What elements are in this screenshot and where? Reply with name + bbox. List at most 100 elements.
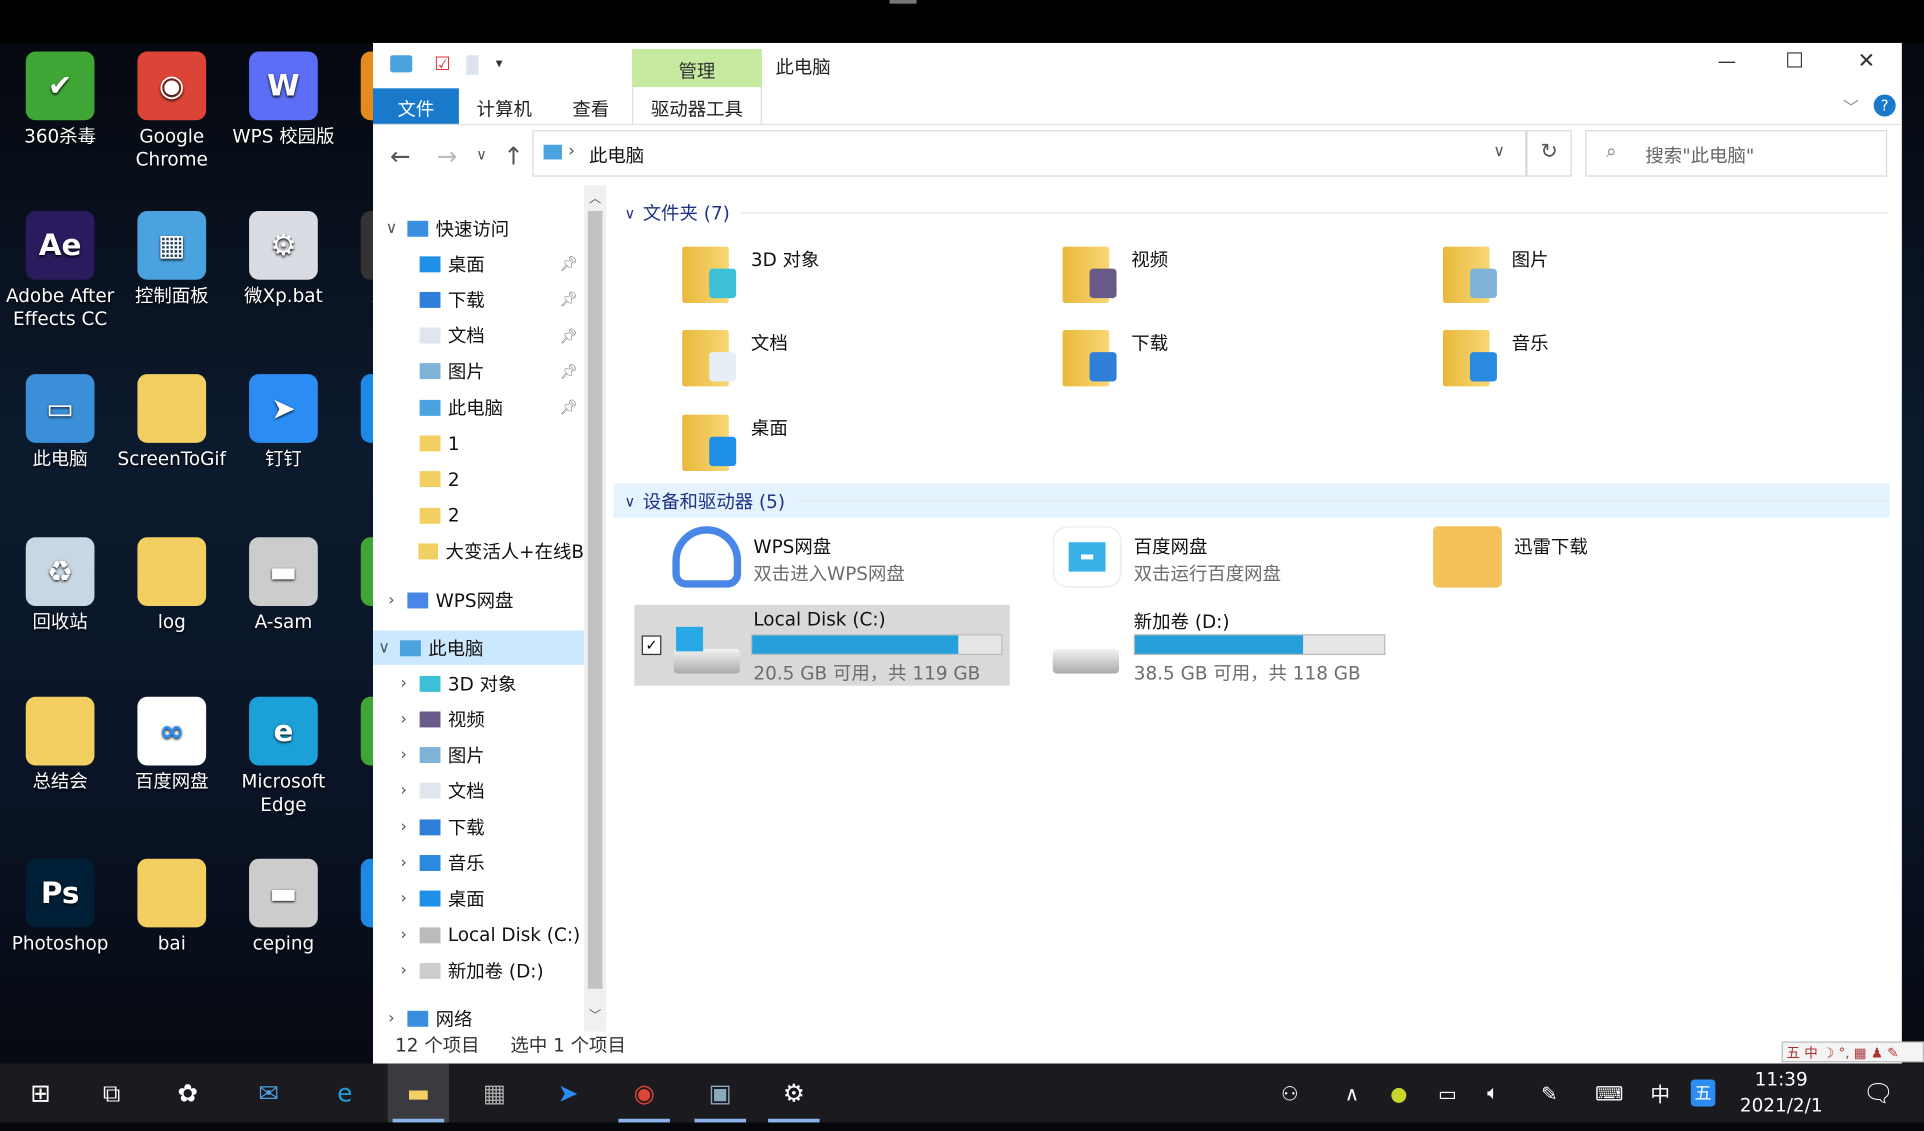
- chevron-icon[interactable]: ›: [395, 818, 412, 836]
- people-icon[interactable]: ⚇: [1281, 1064, 1299, 1123]
- scroll-up-icon[interactable]: ︿: [589, 188, 601, 206]
- desktop-icon[interactable]: Ae Adobe After Effects CC: [5, 210, 115, 331]
- nav-item[interactable]: 2: [373, 498, 584, 532]
- manage-context-tab[interactable]: 管理: [631, 49, 762, 88]
- desktop-icon[interactable]: ▬ ceping: [228, 858, 338, 956]
- nav-item[interactable]: 下载 📌︎: [373, 283, 584, 317]
- nav-item[interactable]: 大变活人+在线B: [373, 534, 584, 568]
- edge-icon[interactable]: e: [314, 1064, 375, 1123]
- nav-item[interactable]: › 图片: [373, 738, 584, 772]
- nav-item[interactable]: › 网络: [373, 1001, 584, 1032]
- folder-item[interactable]: 音乐: [1442, 323, 1548, 387]
- desktop-icon[interactable]: ScreenToGif: [117, 374, 227, 471]
- properties-icon[interactable]: ☑: [434, 53, 451, 75]
- desktop-icon[interactable]: ◉ Google Chrome: [117, 51, 227, 172]
- pen-icon[interactable]: ✎: [1541, 1064, 1557, 1123]
- folder-item[interactable]: 下载: [1062, 323, 1168, 387]
- action-center-icon[interactable]: 🗨︎: [1863, 1064, 1894, 1123]
- ime-toolbar[interactable]: 五 中 ☽ °, ▦ ♟ ✎: [1781, 1041, 1924, 1063]
- battery-icon[interactable]: ▭: [1438, 1064, 1457, 1123]
- nav-item[interactable]: › 3D 对象: [373, 666, 584, 700]
- minimize-button[interactable]: —: [1718, 50, 1736, 72]
- mail-icon[interactable]: ✉: [238, 1064, 299, 1123]
- folder-item[interactable]: 图片: [1442, 239, 1548, 303]
- touch-keyboard-icon[interactable]: ⌨: [1595, 1064, 1623, 1123]
- drive-item[interactable]: 新加卷 (D:) 38.5 GB 可用，共 118 GB: [1052, 605, 1428, 686]
- folder-item[interactable]: 3D 对象: [682, 239, 819, 303]
- desktop-icon[interactable]: ▬ A-sam: [228, 537, 338, 634]
- up-button[interactable]: ↑: [503, 141, 524, 170]
- scroll-down-icon[interactable]: ﹀: [589, 1005, 601, 1023]
- recent-dropdown-icon[interactable]: ∨: [476, 146, 487, 163]
- nav-item[interactable]: 文档 📌︎: [373, 318, 584, 352]
- nav-item[interactable]: 此电脑 📌︎: [373, 390, 584, 424]
- chevron-icon[interactable]: ∨: [375, 638, 392, 656]
- breadcrumb[interactable]: 此电脑: [589, 142, 644, 168]
- section-header[interactable]: ∨ 设备和驱动器 (5): [625, 488, 786, 514]
- nav-scrollbar-thumb[interactable]: [587, 210, 603, 989]
- chevron-icon[interactable]: ›: [383, 591, 400, 609]
- desktop-icon[interactable]: W WPS 校园版: [228, 51, 338, 149]
- 360-tray-icon[interactable]: ●: [1390, 1064, 1407, 1123]
- desktop-icon[interactable]: ➤ 钉钉: [228, 374, 338, 471]
- ime-mode[interactable]: 中: [1650, 1064, 1670, 1123]
- nav-item[interactable]: › WPS网盘: [373, 583, 584, 617]
- nav-item[interactable]: 2: [373, 462, 584, 496]
- collapse-chevron-icon[interactable]: ∨: [625, 493, 636, 510]
- desktop-icon[interactable]: 总结会: [5, 696, 115, 794]
- desktop-icon[interactable]: log: [117, 537, 227, 634]
- tab-view[interactable]: 查看: [551, 88, 631, 124]
- nav-item[interactable]: › 桌面: [373, 882, 584, 916]
- desktop-icon[interactable]: Ps Photoshop: [5, 858, 115, 956]
- selection-checkbox[interactable]: ✓: [641, 635, 662, 656]
- folder-item[interactable]: 视频: [1062, 239, 1168, 303]
- chevron-icon[interactable]: ›: [395, 962, 412, 980]
- section-header[interactable]: ∨ 文件夹 (7): [625, 200, 730, 226]
- tab-file[interactable]: 文件: [373, 88, 459, 124]
- dingtalk-icon[interactable]: ➤: [537, 1064, 598, 1123]
- new-folder-icon[interactable]: [466, 55, 479, 75]
- ribbon-expand-icon[interactable]: ﹀: [1843, 94, 1859, 117]
- folder-item[interactable]: 桌面: [682, 407, 788, 472]
- app-item[interactable]: WPS网盘 双击进入WPS网盘: [672, 524, 1040, 595]
- desktop-icon[interactable]: ✔ 360杀毒: [5, 51, 115, 149]
- desktop-icon[interactable]: ⚙ 微Xp.bat: [228, 210, 338, 308]
- app-item[interactable]: 迅雷下载: [1433, 524, 1801, 595]
- drive-item[interactable]: ✓ Local Disk (C:) 20.5 GB 可用，共 119 GB: [634, 604, 1010, 686]
- search-input[interactable]: ⌕ 搜索"此电脑": [1585, 130, 1888, 177]
- pin-icon[interactable]: 📌︎: [560, 399, 579, 416]
- chevron-icon[interactable]: ›: [395, 926, 412, 944]
- collapse-chevron-icon[interactable]: ∨: [625, 204, 636, 221]
- volume-icon[interactable]: 🔈︎: [1487, 1064, 1499, 1123]
- pin-icon[interactable]: 📌︎: [560, 291, 579, 308]
- chevron-icon[interactable]: ›: [395, 710, 412, 728]
- nav-item[interactable]: ∨ 此电脑: [373, 630, 585, 665]
- desktop-icon[interactable]: ▭ 此电脑: [5, 374, 115, 471]
- maximize-button[interactable]: ☐: [1785, 49, 1804, 74]
- pin-icon[interactable]: 📌︎: [560, 363, 579, 380]
- pinwheel-app-icon[interactable]: ✿: [157, 1064, 218, 1123]
- chevron-icon[interactable]: ∨: [383, 219, 400, 237]
- back-button[interactable]: ←: [390, 141, 411, 170]
- settings-icon[interactable]: ⚙: [763, 1064, 824, 1123]
- refresh-button[interactable]: ↻: [1526, 130, 1572, 177]
- chevron-icon[interactable]: ›: [395, 674, 412, 692]
- desktop-icon[interactable]: bai: [117, 858, 227, 956]
- nav-item[interactable]: › 下载: [373, 810, 584, 844]
- nav-item[interactable]: 图片 📌︎: [373, 354, 584, 388]
- address-bar[interactable]: › 此电脑 ∨: [532, 130, 1527, 177]
- nav-item[interactable]: ∨ 快速访问: [373, 211, 584, 245]
- app-item[interactable]: 百度网盘 双击运行百度网盘: [1052, 524, 1421, 595]
- pin-icon[interactable]: 📌︎: [560, 327, 579, 344]
- address-dropdown-icon[interactable]: ∨: [1493, 142, 1505, 160]
- show-hidden-icons[interactable]: ∧: [1345, 1064, 1359, 1123]
- pin-icon[interactable]: 📌︎: [560, 255, 579, 272]
- file-explorer-taskbar-icon[interactable]: ▬: [387, 1063, 450, 1123]
- tab-drive-tools[interactable]: 驱动器工具: [632, 88, 762, 124]
- desktop-icon[interactable]: ▦ 控制面板: [117, 210, 227, 308]
- chevron-icon[interactable]: ›: [395, 746, 412, 764]
- computer-icon[interactable]: [390, 55, 413, 73]
- folder-item[interactable]: 文档: [682, 323, 788, 387]
- chevron-icon[interactable]: ›: [395, 782, 412, 800]
- desktop-icon[interactable]: ♻ 回收站: [5, 537, 115, 634]
